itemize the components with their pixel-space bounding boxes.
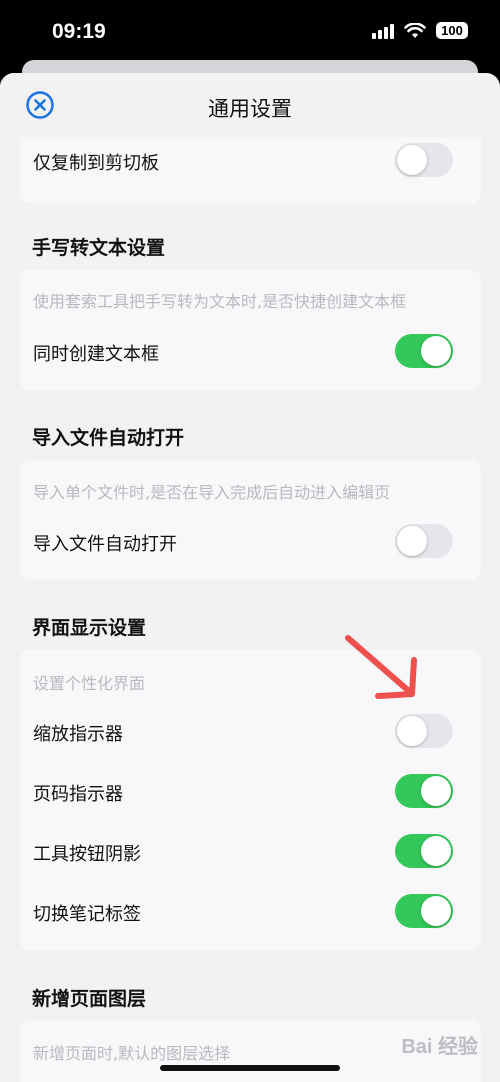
row-label-import-auto-open: 导入文件自动打开 — [33, 534, 177, 555]
section-title-handwriting: 手写转文本设置 — [32, 237, 166, 259]
section-title-import: 导入文件自动打开 — [32, 427, 185, 449]
row-label-switch-note-tabs: 切换笔记标签 — [33, 904, 141, 925]
settings-sheet[interactable]: 通用设置 仅复制到剪切板 手写转文本设置 使用套索工具把手写转为文本时,是否快捷… — [0, 73, 500, 1082]
toggle-knob — [421, 336, 451, 366]
toggle-import-auto-open[interactable] — [395, 524, 453, 558]
toggle-knob — [397, 145, 427, 175]
toggle-knob — [421, 836, 451, 866]
toggle-switch-note-tabs[interactable] — [395, 894, 453, 928]
row-label-page-indicator: 页码指示器 — [33, 784, 123, 805]
toggle-create-textbox[interactable] — [395, 334, 453, 368]
toggle-zoom-indicator[interactable] — [395, 714, 453, 748]
toggle-knob — [397, 716, 427, 746]
toggle-knob — [421, 776, 451, 806]
import-card: 导入单个文件时,是否在导入完成后自动进入编辑页 导入文件自动打开 — [20, 460, 481, 580]
hint-display: 设置个性化界面 — [33, 674, 146, 693]
toggle-knob — [397, 526, 427, 556]
row-label-tool-shadow: 工具按钮阴影 — [33, 844, 141, 865]
row-label-create-textbox: 同时创建文本框 — [33, 344, 159, 365]
nav-bar: 通用设置 — [0, 73, 500, 137]
hint-handwriting: 使用套索工具把手写转为文本时,是否快捷创建文本框 — [33, 292, 407, 311]
status-time: 09:19 — [52, 20, 106, 43]
section-title-display: 界面显示设置 — [32, 617, 147, 639]
section-title-new-page: 新增页面图层 — [32, 988, 147, 1010]
status-icons: 100 — [372, 22, 468, 39]
handwriting-card: 使用套索工具把手写转为文本时,是否快捷创建文本框 同时创建文本框 — [20, 270, 481, 390]
red-arrow-annotation-icon — [345, 635, 417, 699]
watermark: Bai 经验 — [401, 1036, 478, 1058]
hint-import: 导入单个文件时,是否在导入完成后自动进入编辑页 — [33, 483, 391, 502]
toggle-knob — [421, 896, 451, 926]
row-label-zoom-indicator: 缩放指示器 — [33, 724, 123, 745]
toggle-copy-clipboard[interactable] — [395, 143, 453, 177]
page-title: 通用设置 — [208, 97, 292, 121]
cellular-signal-icon — [372, 23, 394, 39]
battery-indicator: 100 — [436, 22, 468, 39]
wifi-icon — [404, 22, 426, 38]
hint-new-page: 新增页面时,默认的图层选择 — [33, 1044, 231, 1063]
home-indicator — [160, 1065, 340, 1071]
toggle-page-indicator[interactable] — [395, 774, 453, 808]
toggle-tool-shadow[interactable] — [395, 834, 453, 868]
row-label-copy-clipboard: 仅复制到剪切板 — [33, 153, 159, 174]
